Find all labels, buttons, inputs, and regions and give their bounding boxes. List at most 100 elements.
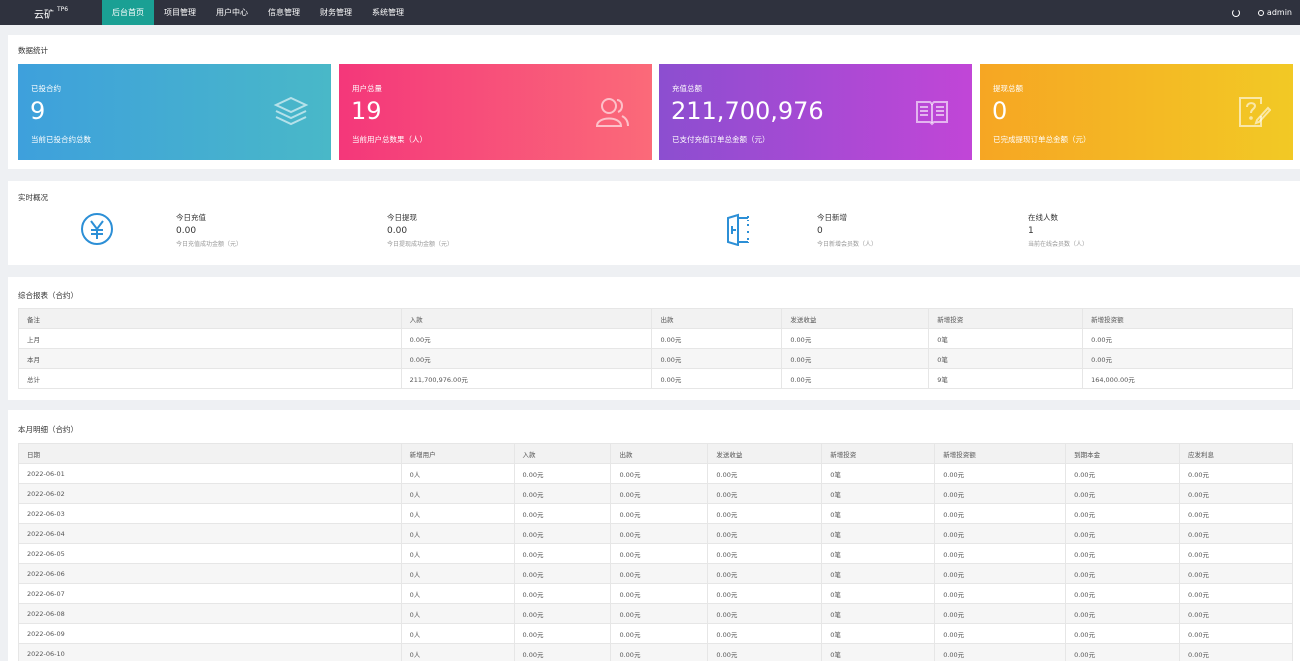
- table-cell: 0.00元: [1065, 623, 1180, 644]
- table-cell: 0.00元: [1065, 583, 1180, 604]
- stack-icon: [273, 96, 309, 126]
- realtime-panel: 实时概况 今日充值 0.00 今日充值成功金额（元） 今日提现 0.00 今日提…: [8, 181, 1300, 265]
- table-cell: 0.00元: [610, 583, 709, 604]
- column-header: 到期本金: [1065, 443, 1180, 464]
- nav-item-system[interactable]: 系统管理: [362, 0, 414, 25]
- table-row: 2022-06-08 0人 0.00元 0.00元 0.00元 0笔 0.00元 0.00元 0…: [18, 603, 1293, 624]
- column-header: 新增投资额: [934, 443, 1067, 464]
- table-cell: 0.00元: [781, 368, 930, 389]
- table-cell: 0.00元: [400, 348, 653, 369]
- table-cell: 0笔: [821, 463, 936, 484]
- column-header: 新增投资额: [1082, 308, 1293, 329]
- table-cell: 0人: [400, 563, 515, 584]
- table-cell: 0.00元: [934, 583, 1067, 604]
- table-cell: 0.00元: [610, 523, 709, 544]
- refresh-icon[interactable]: [1231, 8, 1240, 17]
- table-cell: 164,000.00元: [1082, 368, 1293, 389]
- table-cell: 0.00元: [707, 563, 823, 584]
- column-header: 发送收益: [781, 308, 930, 329]
- card-subtitle: 已完成提现订单总金额（元）: [993, 135, 1091, 144]
- table-cell: 0.00元: [610, 623, 709, 644]
- nav-item-finance[interactable]: 财务管理: [310, 0, 362, 25]
- table-row: 总计 211,700,976.00元 0.00元 0.00元 9笔 164,00…: [18, 368, 1293, 389]
- table-header-row: 备注 入款 出款 发送收益 新增投资 新增投资额: [18, 308, 1293, 329]
- topbar-actions: admin: [1231, 0, 1292, 25]
- table-cell: 0.00元: [934, 603, 1067, 624]
- table-cell: 0.00元: [934, 503, 1067, 524]
- table-cell: 0.00元: [934, 623, 1067, 644]
- table-cell: 2022-06-07: [18, 583, 402, 604]
- nav-item-home[interactable]: 后台首页: [102, 0, 154, 25]
- table-cell: 0.00元: [513, 563, 612, 584]
- user-menu[interactable]: admin: [1257, 8, 1292, 17]
- column-header: 入款: [400, 308, 653, 329]
- table-cell: 211,700,976.00元: [400, 368, 653, 389]
- table-cell: 0.00元: [707, 543, 823, 564]
- table-cell: 本月: [18, 348, 402, 369]
- table-cell: 2022-06-04: [18, 523, 402, 544]
- table-cell: 0笔: [821, 523, 936, 544]
- report-table: 备注 入款 出款 发送收益 新增投资 新增投资额 上月 0.00元 0.00元 …: [18, 308, 1293, 389]
- nav-item-info[interactable]: 信息管理: [258, 0, 310, 25]
- brand-logo[interactable]: 云矿TP6: [34, 6, 68, 21]
- stat-card-withdraw: 提现总额 0 已完成提现订单总金额（元）: [980, 64, 1293, 160]
- table-cell: 0.00元: [1065, 483, 1180, 504]
- card-subtitle: 当前已投合约总数: [31, 135, 91, 144]
- card-label: 已投合约: [31, 84, 61, 93]
- table-cell: 0.00元: [1065, 503, 1180, 524]
- table-cell: 0人: [400, 623, 515, 644]
- card-label: 充值总额: [672, 84, 702, 93]
- table-cell: 0.00元: [513, 503, 612, 524]
- table-cell: 0.00元: [400, 328, 653, 349]
- table-row: 2022-06-02 0人 0.00元 0.00元 0.00元 0笔 0.00元 0.00元 0…: [18, 483, 1293, 504]
- table-cell: 0.00元: [610, 483, 709, 504]
- door-icon: [727, 213, 749, 246]
- card-label: 用户总量: [352, 84, 382, 93]
- column-header: 日期: [18, 443, 402, 464]
- stat-card-recharge: 充值总额 211,700,976 已支付充值订单总金额（元）: [659, 64, 972, 160]
- table-cell: 0.00元: [651, 328, 783, 349]
- table-cell: 0笔: [821, 543, 936, 564]
- table-cell: 2022-06-01: [18, 463, 402, 484]
- table-row: 上月 0.00元 0.00元 0.00元 0笔 0.00元: [18, 328, 1293, 349]
- table-cell: 0笔: [821, 503, 936, 524]
- table-cell: 0.00元: [1065, 563, 1180, 584]
- main-nav: 后台首页 项目管理 用户中心 信息管理 财务管理 系统管理: [102, 0, 414, 25]
- table-cell: 0.00元: [1065, 543, 1180, 564]
- table-cell: 0人: [400, 483, 515, 504]
- column-header: 备注: [18, 308, 402, 329]
- table-cell: 0.00元: [707, 523, 823, 544]
- table-cell: 0.00元: [513, 543, 612, 564]
- table-cell: 0人: [400, 503, 515, 524]
- nav-item-users[interactable]: 用户中心: [206, 0, 258, 25]
- nav-item-projects[interactable]: 项目管理: [154, 0, 206, 25]
- table-row: 2022-06-05 0人 0.00元 0.00元 0.00元 0笔 0.00元 0.00元 0…: [18, 543, 1293, 564]
- table-cell: 0.00元: [1179, 463, 1293, 484]
- edit-doc-icon: [1239, 97, 1271, 127]
- column-header: 出款: [610, 443, 709, 464]
- table-cell: 2022-06-02: [18, 483, 402, 504]
- table-cell: 0.00元: [1065, 463, 1180, 484]
- table-row: 2022-06-09 0人 0.00元 0.00元 0.00元 0笔 0.00元 0.00元 0…: [18, 623, 1293, 644]
- column-header: 新增用户: [400, 443, 515, 464]
- stats-title: 数据统计: [18, 46, 48, 55]
- table-cell: 0.00元: [934, 463, 1067, 484]
- monthly-title: 本月明细（合约）: [18, 425, 78, 434]
- table-cell: 0笔: [821, 483, 936, 504]
- table-cell: 0.00元: [610, 463, 709, 484]
- table-cell: 0.00元: [651, 348, 783, 369]
- rt-title: 今日新增: [817, 213, 847, 222]
- table-cell: 0.00元: [513, 583, 612, 604]
- table-cell: 0.00元: [934, 543, 1067, 564]
- table-cell: 0.00元: [1065, 643, 1180, 661]
- table-cell: 0.00元: [513, 523, 612, 544]
- rt-value: 0.00: [176, 226, 197, 236]
- table-cell: 0.00元: [1179, 643, 1293, 661]
- table-header-row: 日期 新增用户 入款 出款 发送收益 新增投资 新增投资额 到期本金 应发利息: [18, 443, 1293, 464]
- table-cell: 0.00元: [707, 603, 823, 624]
- table-cell: 2022-06-06: [18, 563, 402, 584]
- table-row: 2022-06-07 0人 0.00元 0.00元 0.00元 0笔 0.00元 0.00元 0…: [18, 583, 1293, 604]
- table-cell: 0.00元: [1179, 563, 1293, 584]
- table-cell: 2022-06-10: [18, 643, 402, 661]
- column-header: 应发利息: [1179, 443, 1293, 464]
